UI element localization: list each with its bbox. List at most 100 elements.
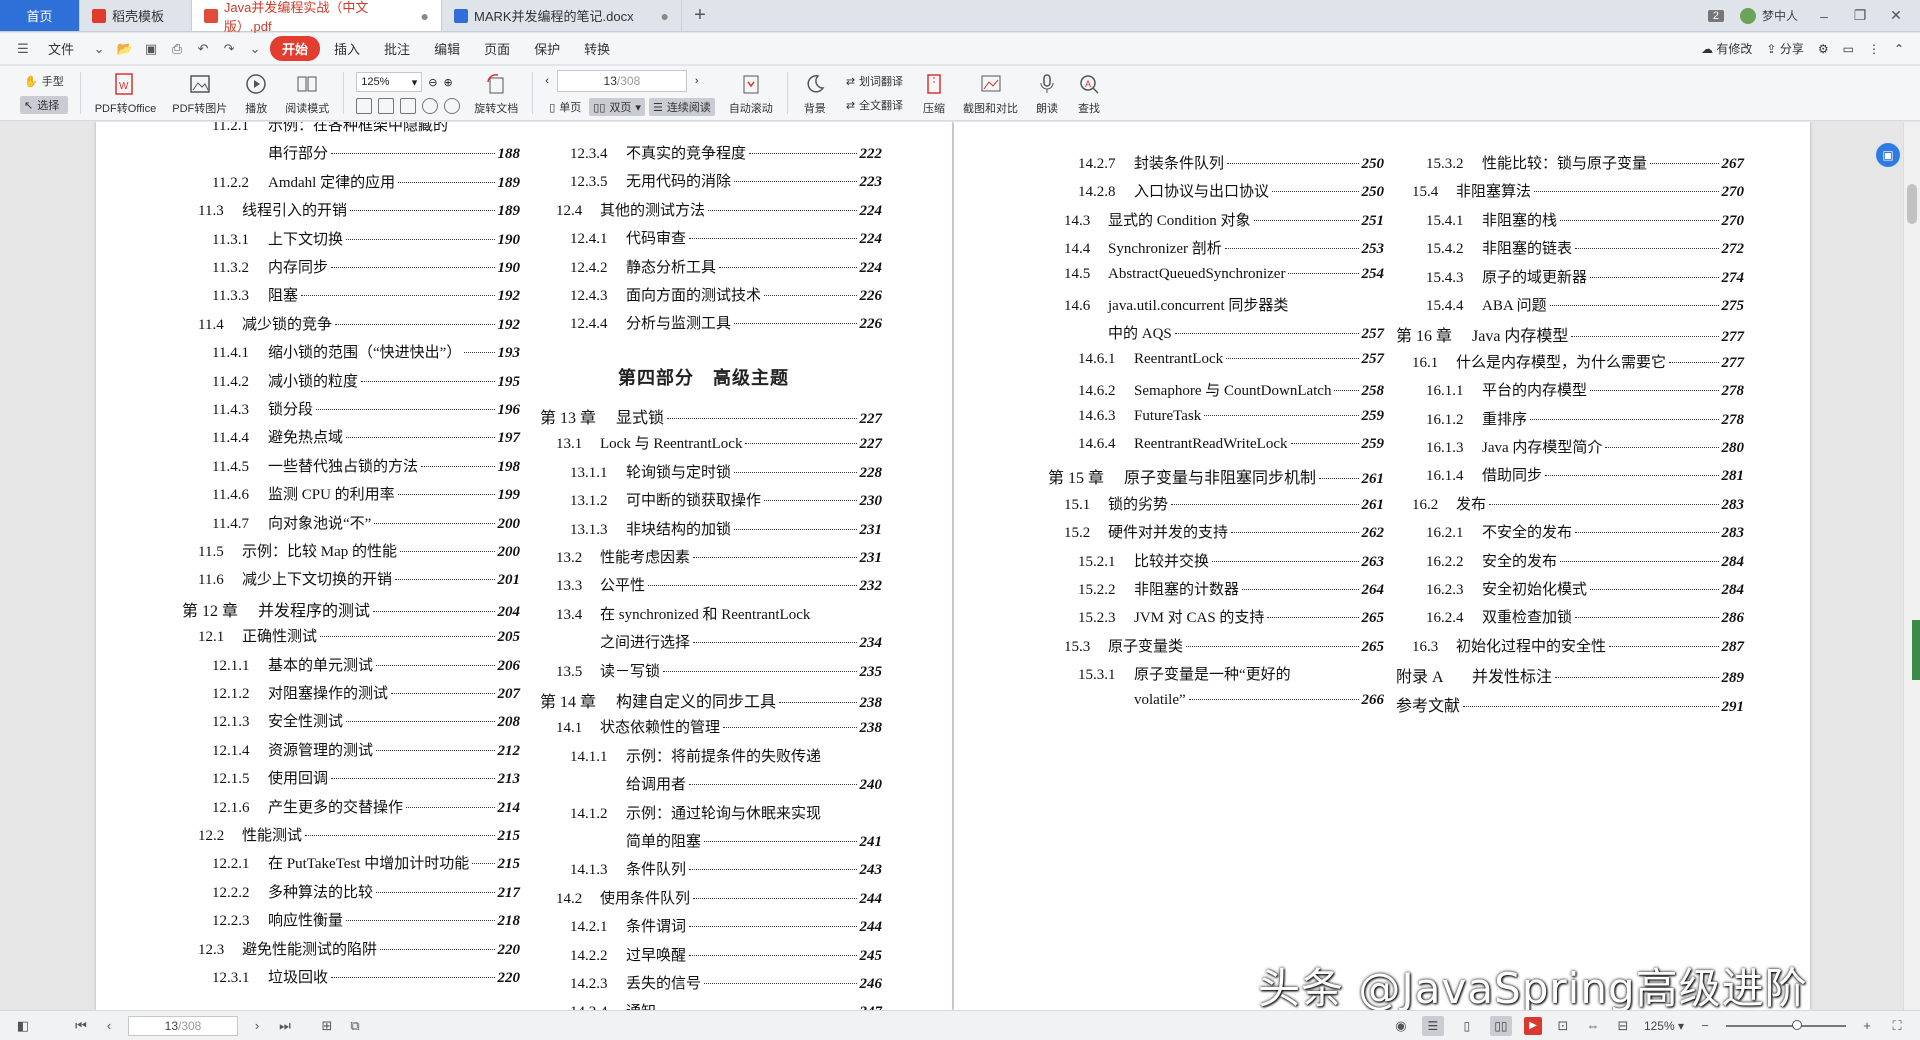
toc-entry[interactable]: 14.2.8 入口协议与出口协议 250 — [1078, 180, 1384, 201]
toc-entry[interactable]: 第 16 章 Java 内存模型 277 — [1396, 322, 1744, 346]
hamburger-menu-icon[interactable]: ☰ — [12, 39, 34, 59]
toc-entry[interactable]: 16.1.1 平台的内存模型 278 — [1426, 379, 1744, 400]
read-aloud-button[interactable]: 朗读 — [1026, 67, 1068, 119]
toc-entry[interactable]: 12.4.4 分析与监测工具 226 — [570, 312, 882, 333]
menu-insert[interactable]: 插入 — [324, 36, 370, 61]
toc-entry[interactable]: 第 13 章 显式锁 227 — [540, 404, 882, 428]
customize-icon[interactable]: ⌄ — [244, 39, 266, 59]
toc-entry[interactable]: 11.4 减少锁的竞争 192 — [198, 313, 520, 334]
toc-entry[interactable]: 11.5 示例：比较 Map 的性能 200 — [198, 540, 520, 561]
toc-entry[interactable]: 14.6.2 Semaphore 与 CountDownLatch 258 — [1078, 379, 1384, 400]
toc-entry[interactable]: 11.2.2 Amdahl 定律的应用 189 — [212, 171, 520, 192]
toc-entry[interactable]: 11.4.2 减小锁的粒度 195 — [212, 370, 520, 391]
toc-entry[interactable]: 14.6.4 ReentrantReadWriteLock 259 — [1078, 436, 1384, 453]
toc-entry[interactable]: 16.2.1 不安全的发布 283 — [1426, 521, 1744, 542]
toc-entry[interactable]: 12.2.2 多种算法的比较 217 — [212, 881, 520, 902]
fit-page-icon[interactable]: ⊡ — [1554, 1017, 1572, 1035]
toc-entry[interactable]: 14.1.3 条件队列 243 — [570, 858, 882, 879]
auto-scroll-button[interactable]: 自动滚动 — [721, 67, 781, 119]
toc-entry[interactable]: 11.4.4 避免热点域 197 — [212, 426, 520, 447]
toc-entry[interactable]: 14.6.1 ReentrantLock 257 — [1078, 351, 1384, 368]
screenshot-compare-button[interactable]: 截图和对比 — [955, 67, 1026, 119]
toc-entry[interactable]: 11.6 减少上下文切换的开销 201 — [198, 568, 520, 589]
background-button[interactable]: 背景 — [794, 67, 836, 119]
toc-entry[interactable]: 12.4.3 面向方面的测试技术 226 — [570, 284, 882, 305]
toc-entry[interactable]: 参考文献 291 — [1396, 692, 1744, 716]
toc-entry[interactable]: 13.1.3 非块结构的加锁 231 — [570, 518, 882, 539]
toc-entry[interactable]: 11.4.6 监测 CPU 的利用率 199 — [212, 483, 520, 504]
zoom-out-icon[interactable]: − — [1696, 1017, 1714, 1035]
toc-entry[interactable]: 16.2.2 安全的发布 284 — [1426, 550, 1744, 571]
rotate-right-icon[interactable] — [444, 98, 461, 114]
rotate-document-button[interactable]: 旋转文档 — [466, 67, 526, 119]
hand-tool-button[interactable]: ✋ 手型 — [20, 72, 68, 90]
next-page-icon[interactable]: › — [248, 1017, 266, 1035]
toc-entry[interactable]: 13.2 性能考虑因素 231 — [556, 546, 882, 567]
toc-entry[interactable]: 11.3.2 内存同步 190 — [212, 256, 520, 277]
actual-size-icon[interactable] — [400, 98, 417, 114]
minimize-icon[interactable]: – — [1814, 8, 1834, 24]
redo-icon[interactable]: ↷ — [218, 39, 240, 59]
toc-entry[interactable]: 14.3 显式的 Condition 对象 251 — [1064, 209, 1384, 230]
read-mode-button[interactable]: 阅读模式 — [277, 67, 337, 119]
vertical-scrollbar[interactable] — [1903, 122, 1920, 1010]
save-icon[interactable]: ▣ — [140, 39, 162, 59]
actual-size-icon[interactable]: ⊟ — [1614, 1017, 1632, 1035]
tab-pdf-document[interactable]: Java并发编程实战（中文版）.pdf ● — [192, 0, 442, 34]
toc-entry[interactable]: 11.3.3 阻塞 192 — [212, 284, 520, 305]
toc-entry[interactable]: 之间进行选择 234 — [600, 631, 882, 652]
menu-annotate[interactable]: 批注 — [374, 36, 420, 61]
first-page-icon[interactable]: ⏮ — [72, 1017, 90, 1035]
status-zoom-select[interactable]: 125% ▾ — [1644, 1019, 1684, 1033]
document-viewer[interactable]: 11.2.1 示例：在各种框架中隐藏的 串行部分 188 11.2.2 Amdahl 定律… — [0, 122, 1920, 1010]
fit-page-icon[interactable] — [356, 98, 373, 114]
more-icon[interactable]: ⋮ — [1868, 42, 1880, 56]
toc-entry[interactable]: 14.2 使用条件队列 244 — [556, 887, 882, 908]
menu-convert[interactable]: 转换 — [574, 36, 620, 61]
toc-entry[interactable]: 14.1 状态依赖性的管理 238 — [556, 716, 882, 737]
toc-entry[interactable]: 12.4.2 静态分析工具 224 — [570, 256, 882, 277]
toc-entry[interactable]: 14.4 Synchronizer 剖析 253 — [1064, 237, 1384, 258]
tab-docer-templates[interactable]: 稻壳模板 — [80, 0, 192, 31]
toc-entry[interactable]: 12.4 其他的测试方法 224 — [556, 199, 882, 220]
has-changes-button[interactable]: ☁ 有修改 — [1701, 40, 1752, 57]
collapse-ribbon-icon[interactable]: ⌃ — [1894, 42, 1904, 56]
menu-start[interactable]: 开始 — [270, 36, 321, 61]
toc-entry[interactable]: 14.2.1 条件谓词 244 — [570, 915, 882, 936]
comment-icon[interactable]: ▭ — [1843, 42, 1854, 56]
toc-entry[interactable]: 14.2.7 封装条件队列 250 — [1078, 152, 1384, 173]
toc-entry[interactable]: 第 15 章 原子变量与非阻塞同步机制 261 — [1048, 464, 1384, 488]
print-icon[interactable]: ⎙ — [166, 39, 188, 59]
toc-entry[interactable]: 14.2.3 丢失的信号 246 — [570, 972, 882, 993]
undo-icon[interactable]: ↶ — [192, 39, 214, 59]
restore-icon[interactable]: ❐ — [1850, 7, 1870, 24]
zoom-slider-knob[interactable] — [1792, 1019, 1802, 1030]
toc-entry[interactable]: 14.6.3 FutureTask 259 — [1078, 408, 1384, 425]
toc-entry[interactable]: 16.1 什么是内存模型，为什么需要它 277 — [1412, 351, 1744, 372]
toc-entry[interactable]: 15.4.4 ABA 问题 275 — [1426, 294, 1744, 315]
toc-entry[interactable]: 13.3 公平性 232 — [556, 574, 882, 595]
toc-entry[interactable]: 15.3.2 性能比较：锁与原子变量 267 — [1426, 152, 1744, 173]
floating-assistant-icon[interactable]: ▣ — [1876, 143, 1900, 167]
continuous-read-button[interactable]: ☰ 连续阅读 — [648, 98, 715, 116]
last-page-icon[interactable]: ⏭ — [276, 1017, 294, 1035]
prev-page-icon[interactable]: ‹ — [100, 1017, 118, 1035]
zoom-select[interactable]: 125% ▾ — [356, 72, 423, 92]
open-folder-icon[interactable]: 📂 — [114, 39, 136, 59]
toc-entry[interactable]: 11.4.3 锁分段 196 — [212, 398, 520, 419]
side-panel-handle[interactable] — [1912, 620, 1920, 680]
toc-entry[interactable]: 13.1.1 轮询锁与定时锁 228 — [570, 461, 882, 482]
tab-modified-dot-icon[interactable]: ● — [421, 8, 429, 24]
toc-entry[interactable]: 第 14 章 构建自定义的同步工具 238 — [540, 688, 882, 712]
toc-entry[interactable]: 16.1.3 Java 内存模型简介 280 — [1426, 436, 1744, 457]
sidebar-toggle-icon[interactable]: ◧ — [14, 1017, 32, 1035]
full-translate-button[interactable]: ⇄ 全文翻译 — [842, 96, 907, 114]
toc-entry[interactable]: 16.1.4 借助同步 281 — [1426, 464, 1744, 485]
find-button[interactable]: A 查找 — [1068, 67, 1110, 119]
tab-docx-document[interactable]: MARK并发编程的笔记.docx ● — [442, 0, 682, 31]
toc-entry[interactable]: 12.1.6 产生更多的交替操作 214 — [212, 796, 520, 817]
toc-entry[interactable]: 16.2 发布 283 — [1412, 493, 1744, 514]
single-view-icon[interactable]: ▯ — [1456, 1016, 1478, 1036]
toc-entry[interactable]: 15.3.1 原子变量是一种“更好的 — [1078, 663, 1384, 684]
toc-entry[interactable]: 12.1.5 使用回调 213 — [212, 767, 520, 788]
